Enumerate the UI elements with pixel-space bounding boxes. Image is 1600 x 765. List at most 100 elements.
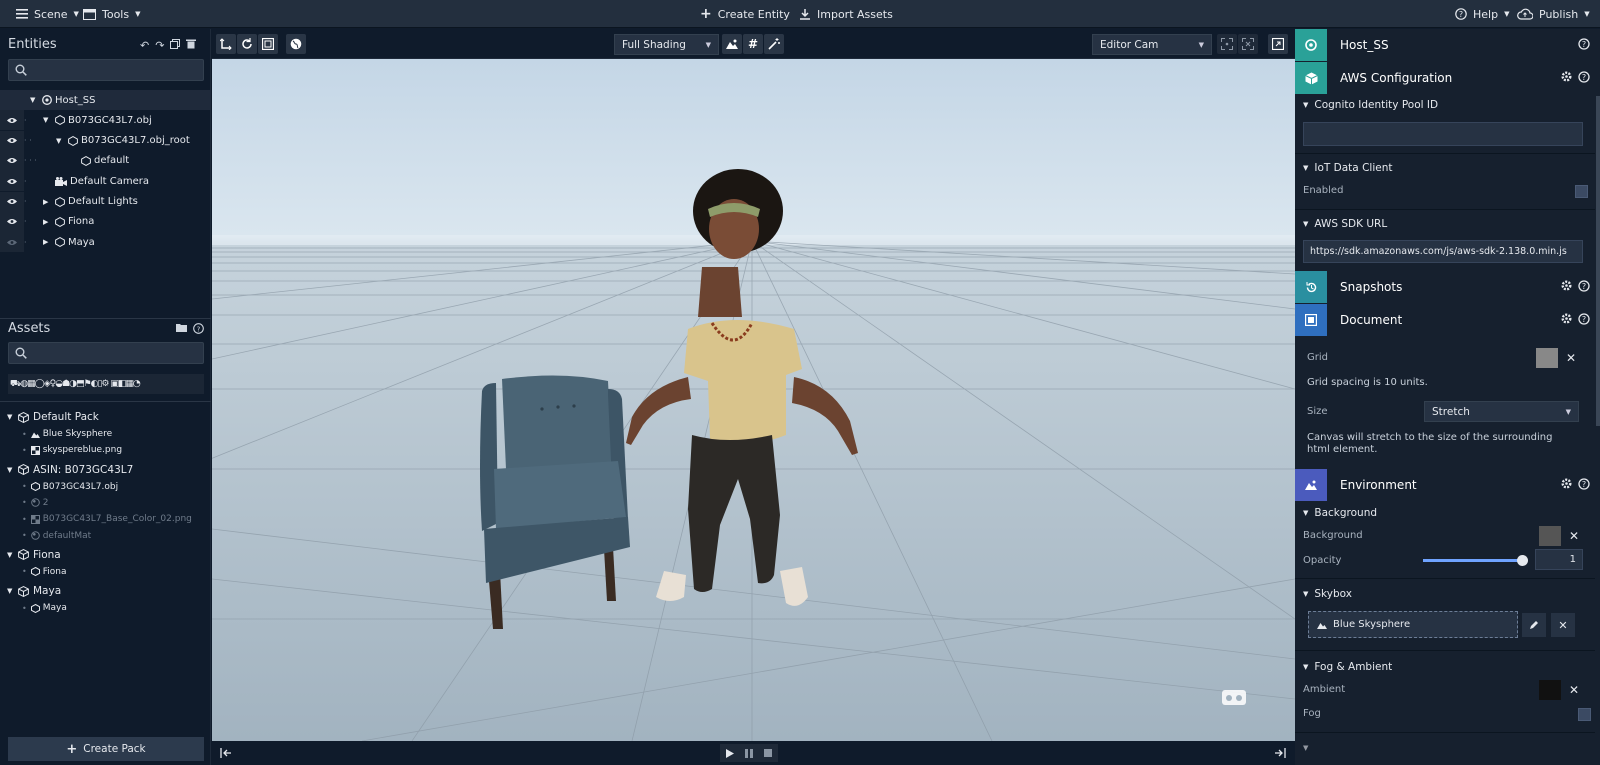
help-icon[interactable]: ? — [1578, 38, 1592, 52]
sdk-section-header[interactable]: ▼ AWS SDK URL — [1303, 218, 1387, 230]
frame-selection-button[interactable] — [1217, 34, 1237, 54]
zoom-extents-button[interactable] — [1238, 34, 1258, 54]
play-icon[interactable] — [725, 748, 734, 758]
undo-icon[interactable]: ↶ — [140, 39, 149, 52]
visibility-eye-icon[interactable] — [0, 110, 24, 131]
duplicate-icon[interactable] — [170, 39, 181, 52]
asset-pack-row[interactable]: ▼ Default Pack — [0, 408, 211, 426]
cognito-section-header[interactable]: ▼ Cognito Identity Pool ID — [1303, 99, 1438, 111]
help-menu[interactable]: ? Help ▼ — [1455, 0, 1509, 28]
entity-name[interactable]: Host_SS — [1340, 38, 1389, 52]
background-clear-button[interactable]: ✕ — [1567, 529, 1581, 543]
aws-config-header[interactable]: AWS Configuration ? — [1295, 62, 1595, 94]
visibility-eye-icon[interactable] — [0, 171, 24, 192]
camera-select[interactable]: Editor Cam ▼ — [1092, 34, 1212, 55]
caret-down-icon[interactable]: ▼ — [7, 466, 18, 474]
grid-clear-button[interactable]: ✕ — [1564, 351, 1578, 365]
scene-menu[interactable]: Scene ▼ — [16, 0, 79, 28]
asset-item-row[interactable]: • 2 — [0, 495, 211, 511]
visibility-eye-icon[interactable] — [0, 90, 24, 110]
caret-down-icon[interactable]: ▼ — [7, 587, 18, 595]
visibility-eye-icon[interactable] — [0, 150, 24, 171]
inspector-scrollbar[interactable] — [1596, 96, 1600, 426]
opacity-slider-thumb[interactable] — [1517, 555, 1528, 566]
asset-item-row[interactable]: • skyspereblue.png — [0, 442, 211, 458]
caret-down-icon[interactable]: ▼ — [56, 137, 66, 145]
entity-row[interactable]: · ▶ Maya — [0, 232, 211, 253]
translate-tool-button[interactable] — [216, 34, 236, 54]
entity-row[interactable]: · ▶ Default Lights — [0, 191, 211, 212]
snapshots-header[interactable]: Snapshots ? — [1295, 271, 1595, 303]
asset-item-row[interactable]: • Maya — [0, 600, 211, 616]
scale-tool-button[interactable] — [258, 34, 278, 54]
remove-skybox-button[interactable]: ✕ — [1551, 613, 1575, 637]
caret-right-icon[interactable]: ▶ — [43, 218, 53, 226]
create-entity-button[interactable]: + Create Entity — [700, 0, 790, 28]
environment-toggle-button[interactable] — [722, 34, 742, 54]
opacity-slider-track[interactable] — [1423, 555, 1528, 566]
size-select[interactable]: Stretch ▼ — [1424, 401, 1579, 422]
asset-pack-row[interactable]: ▼ Maya — [0, 582, 211, 600]
background-color-swatch[interactable] — [1539, 526, 1561, 546]
vr-mode-icon[interactable] — [1222, 690, 1246, 705]
shading-select[interactable]: Full Shading ▼ — [614, 34, 719, 55]
asset-pack-row[interactable]: ▼ ASIN: B073GC43L7 — [0, 461, 211, 479]
stop-icon[interactable] — [764, 749, 773, 757]
import-assets-button[interactable]: Import Assets — [799, 0, 893, 28]
tools-menu[interactable]: Tools ▼ — [83, 0, 141, 28]
environment-header[interactable]: Environment ? — [1295, 469, 1595, 501]
entity-row[interactable]: ▼ Host_SS — [0, 90, 211, 110]
help-icon[interactable]: ? — [1578, 71, 1592, 85]
gear-icon[interactable] — [1561, 280, 1575, 294]
assets-search-input[interactable] — [8, 342, 204, 364]
maximize-viewport-button[interactable] — [1268, 34, 1288, 54]
cognito-pool-input[interactable] — [1303, 122, 1583, 146]
skybox-section-header[interactable]: ▼ Skybox — [1303, 588, 1352, 600]
asset-pack-row[interactable]: ▼ Fiona — [0, 546, 211, 564]
visibility-eye-icon[interactable] — [0, 130, 24, 151]
caret-right-icon[interactable]: ▶ — [43, 198, 53, 206]
sdk-url-input[interactable]: https://sdk.amazonaws.com/js/aws-sdk-2.1… — [1303, 240, 1583, 263]
visibility-eye-icon[interactable] — [0, 232, 24, 253]
collapse-right-icon[interactable] — [1274, 747, 1286, 759]
redo-icon[interactable]: ↷ — [155, 39, 164, 52]
gear-icon[interactable] — [1561, 71, 1575, 85]
iot-section-header[interactable]: ▼ IoT Data Client — [1303, 162, 1392, 174]
caret-right-icon[interactable]: ▶ — [43, 238, 53, 246]
asset-item-row[interactable]: • B073GC43L7_Base_Color_02.png — [0, 511, 211, 527]
visibility-eye-icon[interactable] — [0, 191, 24, 212]
caret-down-icon[interactable]: ▼ — [7, 551, 18, 559]
help-icon[interactable]: ? — [1578, 313, 1592, 327]
document-header[interactable]: Document ? — [1295, 304, 1595, 336]
publish-menu[interactable]: Publish ▼ — [1517, 0, 1590, 28]
opacity-input[interactable]: 1 — [1535, 549, 1583, 570]
grid-toggle-button[interactable]: # — [743, 34, 763, 54]
world-space-button[interactable] — [286, 34, 306, 54]
grid-color-swatch[interactable] — [1536, 348, 1558, 368]
entity-row[interactable]: · Default Camera — [0, 171, 211, 192]
entity-row[interactable]: · · · default — [0, 150, 211, 171]
help-icon[interactable]: ? — [1578, 478, 1592, 492]
fog-section-header[interactable]: ▼ Fog & Ambient — [1303, 661, 1392, 673]
collapse-left-icon[interactable] — [220, 747, 232, 759]
caret-down-icon[interactable]: ▼ — [7, 413, 18, 421]
caret-down-icon[interactable]: ▼ — [43, 116, 53, 124]
asset-item-row[interactable]: • defaultMat — [0, 528, 211, 544]
next-section-header[interactable]: ▼ — [1303, 744, 1308, 752]
trash-icon[interactable] — [186, 39, 197, 52]
entity-row[interactable]: · · ▼ B073GC43L7.obj_root — [0, 130, 211, 151]
skybox-drop-target[interactable]: Blue Skysphere — [1308, 611, 1518, 638]
asset-item-row[interactable]: • B073GC43L7.obj — [0, 479, 211, 495]
ambient-clear-button[interactable]: ✕ — [1567, 683, 1581, 697]
help-icon[interactable]: ? — [1578, 280, 1592, 294]
fog-checkbox[interactable] — [1578, 708, 1591, 721]
background-section-header[interactable]: ▼ Background — [1303, 507, 1377, 519]
effects-toggle-button[interactable] — [764, 34, 784, 54]
visibility-eye-icon[interactable] — [0, 211, 24, 232]
caret-down-icon[interactable]: ▼ — [30, 96, 40, 104]
asset-item-row[interactable]: • Blue Skysphere — [0, 426, 211, 442]
gear-icon[interactable] — [1561, 478, 1575, 492]
rotate-tool-button[interactable] — [237, 34, 257, 54]
entity-row[interactable]: · ▶ Fiona — [0, 211, 211, 232]
pause-icon[interactable] — [744, 748, 753, 758]
